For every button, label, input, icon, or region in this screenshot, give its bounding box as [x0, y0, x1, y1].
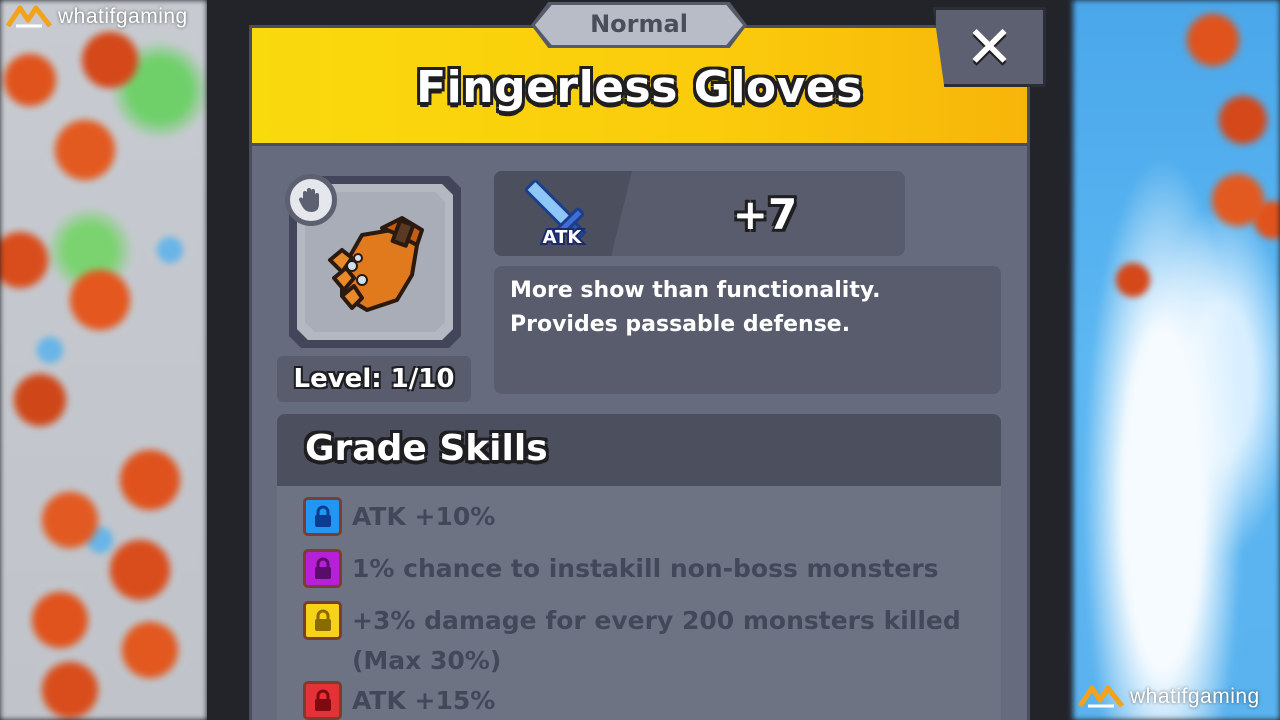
item-description: More show than functionality. Provides p…	[510, 278, 881, 337]
whatifgaming-logo-icon	[6, 5, 52, 28]
skill-row: 1% chance to instakill non-boss monsters	[303, 549, 939, 589]
grade-skills-title: Grade Skills	[305, 428, 548, 469]
atk-label: ATK	[543, 227, 583, 248]
game-background-left	[0, 0, 207, 720]
lock-icon	[303, 549, 342, 588]
watermark-bottom-right: whatifgaming	[1078, 684, 1260, 710]
item-level: Level: 1/10	[293, 364, 455, 394]
lock-icon	[303, 681, 342, 720]
lock-icon	[303, 601, 342, 640]
watermark-text: whatifgaming	[58, 5, 188, 28]
close-icon[interactable]: ✕	[933, 8, 1046, 86]
skill-row: ATK +10%	[303, 497, 495, 537]
lock-icon	[303, 497, 342, 536]
glove-slot-icon	[285, 174, 337, 226]
skill-text: 1% chance to instakill non-boss monsters	[352, 554, 939, 583]
skill-row: +3% damage for every 200 monsters killed…	[303, 601, 983, 681]
description-box: More show than functionality. Provides p…	[494, 266, 1001, 394]
grade-skills-header: Grade Skills	[277, 414, 1001, 486]
skill-text: ATK +10%	[352, 502, 496, 531]
item-title: Fingerless Gloves	[416, 62, 863, 113]
stat-value: +7	[732, 190, 798, 239]
watermark-text: whatifgaming	[1130, 685, 1260, 708]
skill-row: ATK +15%	[303, 681, 495, 720]
watermark-top-left: whatifgaming	[6, 4, 188, 30]
sword-atk-icon: ATK	[524, 180, 587, 248]
skill-text: +3% damage for every 200 monsters killed…	[352, 606, 961, 675]
rarity-label: Normal	[590, 10, 688, 38]
item-level-badge: Level: 1/10	[277, 356, 471, 402]
skill-text: ATK +15%	[352, 686, 496, 715]
whatifgaming-logo-icon	[1078, 685, 1124, 708]
fingerless-gloves-icon	[328, 216, 424, 312]
game-background-right	[1073, 0, 1280, 720]
